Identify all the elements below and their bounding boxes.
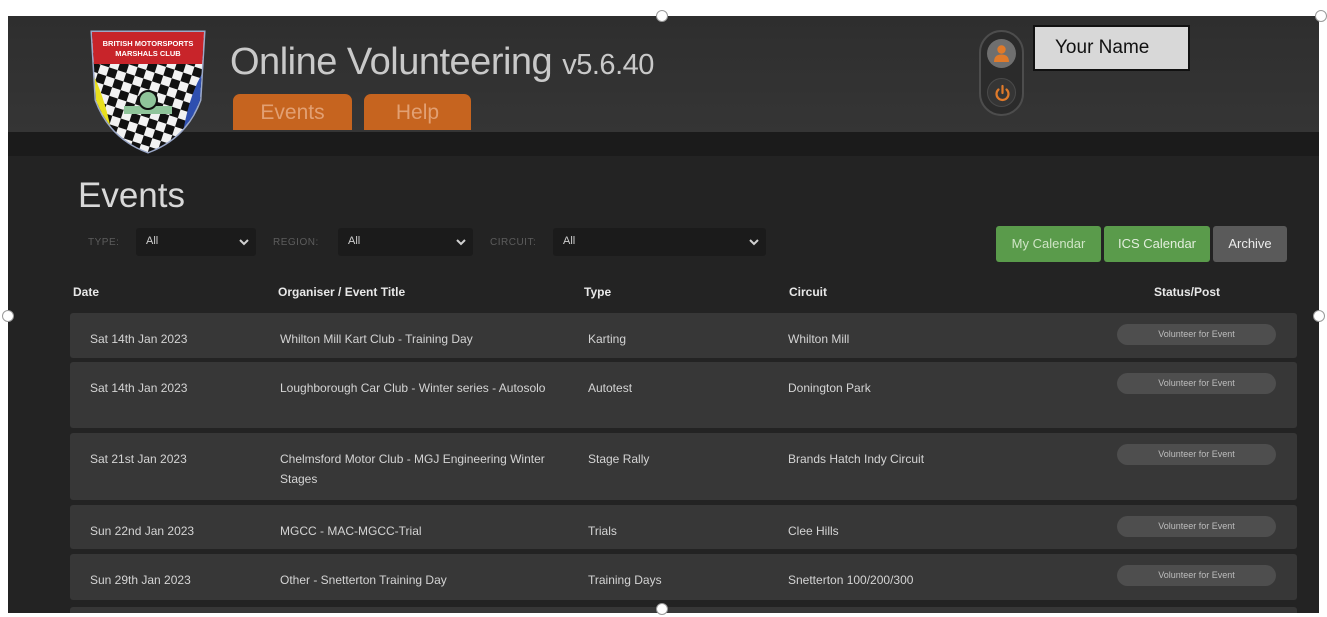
event-date: Sun 22nd Jan 2023: [90, 524, 195, 538]
event-date: Sat 14th Jan 2023: [90, 332, 188, 346]
event-circuit: Clee Hills: [788, 524, 839, 538]
user-controls: [979, 30, 1024, 116]
ics-calendar-button[interactable]: ICS Calendar: [1104, 226, 1210, 262]
table-row: Sun 29th Jan 2023 Other - Snetterton Tra…: [70, 554, 1297, 600]
event-circuit: Snetterton 100/200/300: [788, 573, 914, 587]
circuit-filter-value: All: [563, 235, 576, 247]
resize-handle-top[interactable]: [656, 10, 668, 22]
tab-events[interactable]: Events: [233, 94, 352, 130]
my-calendar-button[interactable]: My Calendar: [996, 226, 1101, 262]
svg-text:MARSHALS CLUB: MARSHALS CLUB: [115, 49, 181, 58]
region-filter-label: REGION:: [273, 237, 319, 248]
event-title[interactable]: Whilton Mill Kart Club - Training Day: [280, 329, 565, 349]
event-circuit: Brands Hatch Indy Circuit: [788, 452, 925, 466]
user-icon: [994, 45, 1009, 62]
table-row-partial: [70, 607, 1297, 613]
event-type: Training Days: [588, 573, 662, 587]
column-header-status: Status/Post: [1154, 285, 1221, 299]
column-header-type[interactable]: Type: [584, 285, 611, 299]
volunteer-button[interactable]: Volunteer for Event: [1117, 565, 1276, 586]
event-circuit: Donington Park: [788, 381, 871, 395]
chevron-down-icon: [456, 239, 466, 246]
type-filter-value: All: [146, 235, 159, 247]
event-type: Autotest: [588, 381, 633, 395]
type-filter-select[interactable]: All: [136, 228, 256, 256]
column-header-date[interactable]: Date: [73, 285, 99, 299]
tab-help[interactable]: Help: [364, 94, 471, 130]
event-title[interactable]: Loughborough Car Club - Winter series - …: [280, 378, 565, 398]
column-header-title[interactable]: Organiser / Event Title: [278, 285, 405, 299]
user-name-label: Your Name: [1033, 25, 1190, 71]
svg-text:BRITISH MOTORSPORTS: BRITISH MOTORSPORTS: [103, 39, 194, 48]
event-date: Sat 21st Jan 2023: [90, 452, 187, 466]
resize-handle-right[interactable]: [1313, 310, 1325, 322]
event-title[interactable]: Chelmsford Motor Club - MGJ Engineering …: [280, 449, 565, 489]
resize-handle-top-right[interactable]: [1315, 10, 1327, 22]
table-row: Sat 14th Jan 2023 Loughborough Car Club …: [70, 362, 1297, 428]
power-icon: [995, 84, 1010, 101]
table-row: Sun 22nd Jan 2023 MGCC - MAC-MGCC-Trial …: [70, 505, 1297, 549]
volunteer-button[interactable]: Volunteer for Event: [1117, 373, 1276, 394]
app-name: Online Volunteering: [230, 41, 553, 83]
circuit-filter-label: CIRCUIT:: [490, 237, 537, 248]
archive-button[interactable]: Archive: [1213, 226, 1287, 262]
event-date: Sun 29th Jan 2023: [90, 573, 191, 587]
event-type: Stage Rally: [588, 452, 650, 466]
app-window: BRITISH MOTORSPORTS MARSHALS CLUB Online…: [8, 16, 1319, 613]
app-title: Online Volunteering v5.6.40: [230, 41, 654, 84]
volunteer-button[interactable]: Volunteer for Event: [1117, 324, 1276, 345]
chevron-down-icon: [239, 239, 249, 246]
resize-handle-bottom[interactable]: [656, 603, 668, 615]
circuit-filter-select[interactable]: All: [553, 228, 766, 256]
event-title[interactable]: Other - Snetterton Training Day: [280, 570, 565, 590]
volunteer-button[interactable]: Volunteer for Event: [1117, 444, 1276, 465]
table-row: Sat 14th Jan 2023 Whilton Mill Kart Club…: [70, 313, 1297, 358]
type-filter-label: TYPE:: [88, 237, 120, 248]
logout-button[interactable]: [987, 78, 1016, 107]
resize-handle-left[interactable]: [2, 310, 14, 322]
page-title: Events: [78, 176, 185, 215]
club-logo: BRITISH MOTORSPORTS MARSHALS CLUB: [90, 30, 206, 154]
region-filter-value: All: [348, 235, 361, 247]
app-version: v5.6.40: [562, 49, 654, 81]
event-circuit: Whilton Mill: [788, 332, 850, 346]
user-profile-button[interactable]: [987, 39, 1016, 68]
volunteer-button[interactable]: Volunteer for Event: [1117, 516, 1276, 537]
event-title[interactable]: MGCC - MAC-MGCC-Trial: [280, 521, 565, 541]
region-filter-select[interactable]: All: [338, 228, 473, 256]
table-row: Sat 21st Jan 2023 Chelmsford Motor Club …: [70, 433, 1297, 500]
event-type: Trials: [588, 524, 617, 538]
chevron-down-icon: [749, 239, 759, 246]
event-date: Sat 14th Jan 2023: [90, 381, 188, 395]
event-type: Karting: [588, 332, 627, 346]
column-header-circuit[interactable]: Circuit: [789, 285, 827, 299]
